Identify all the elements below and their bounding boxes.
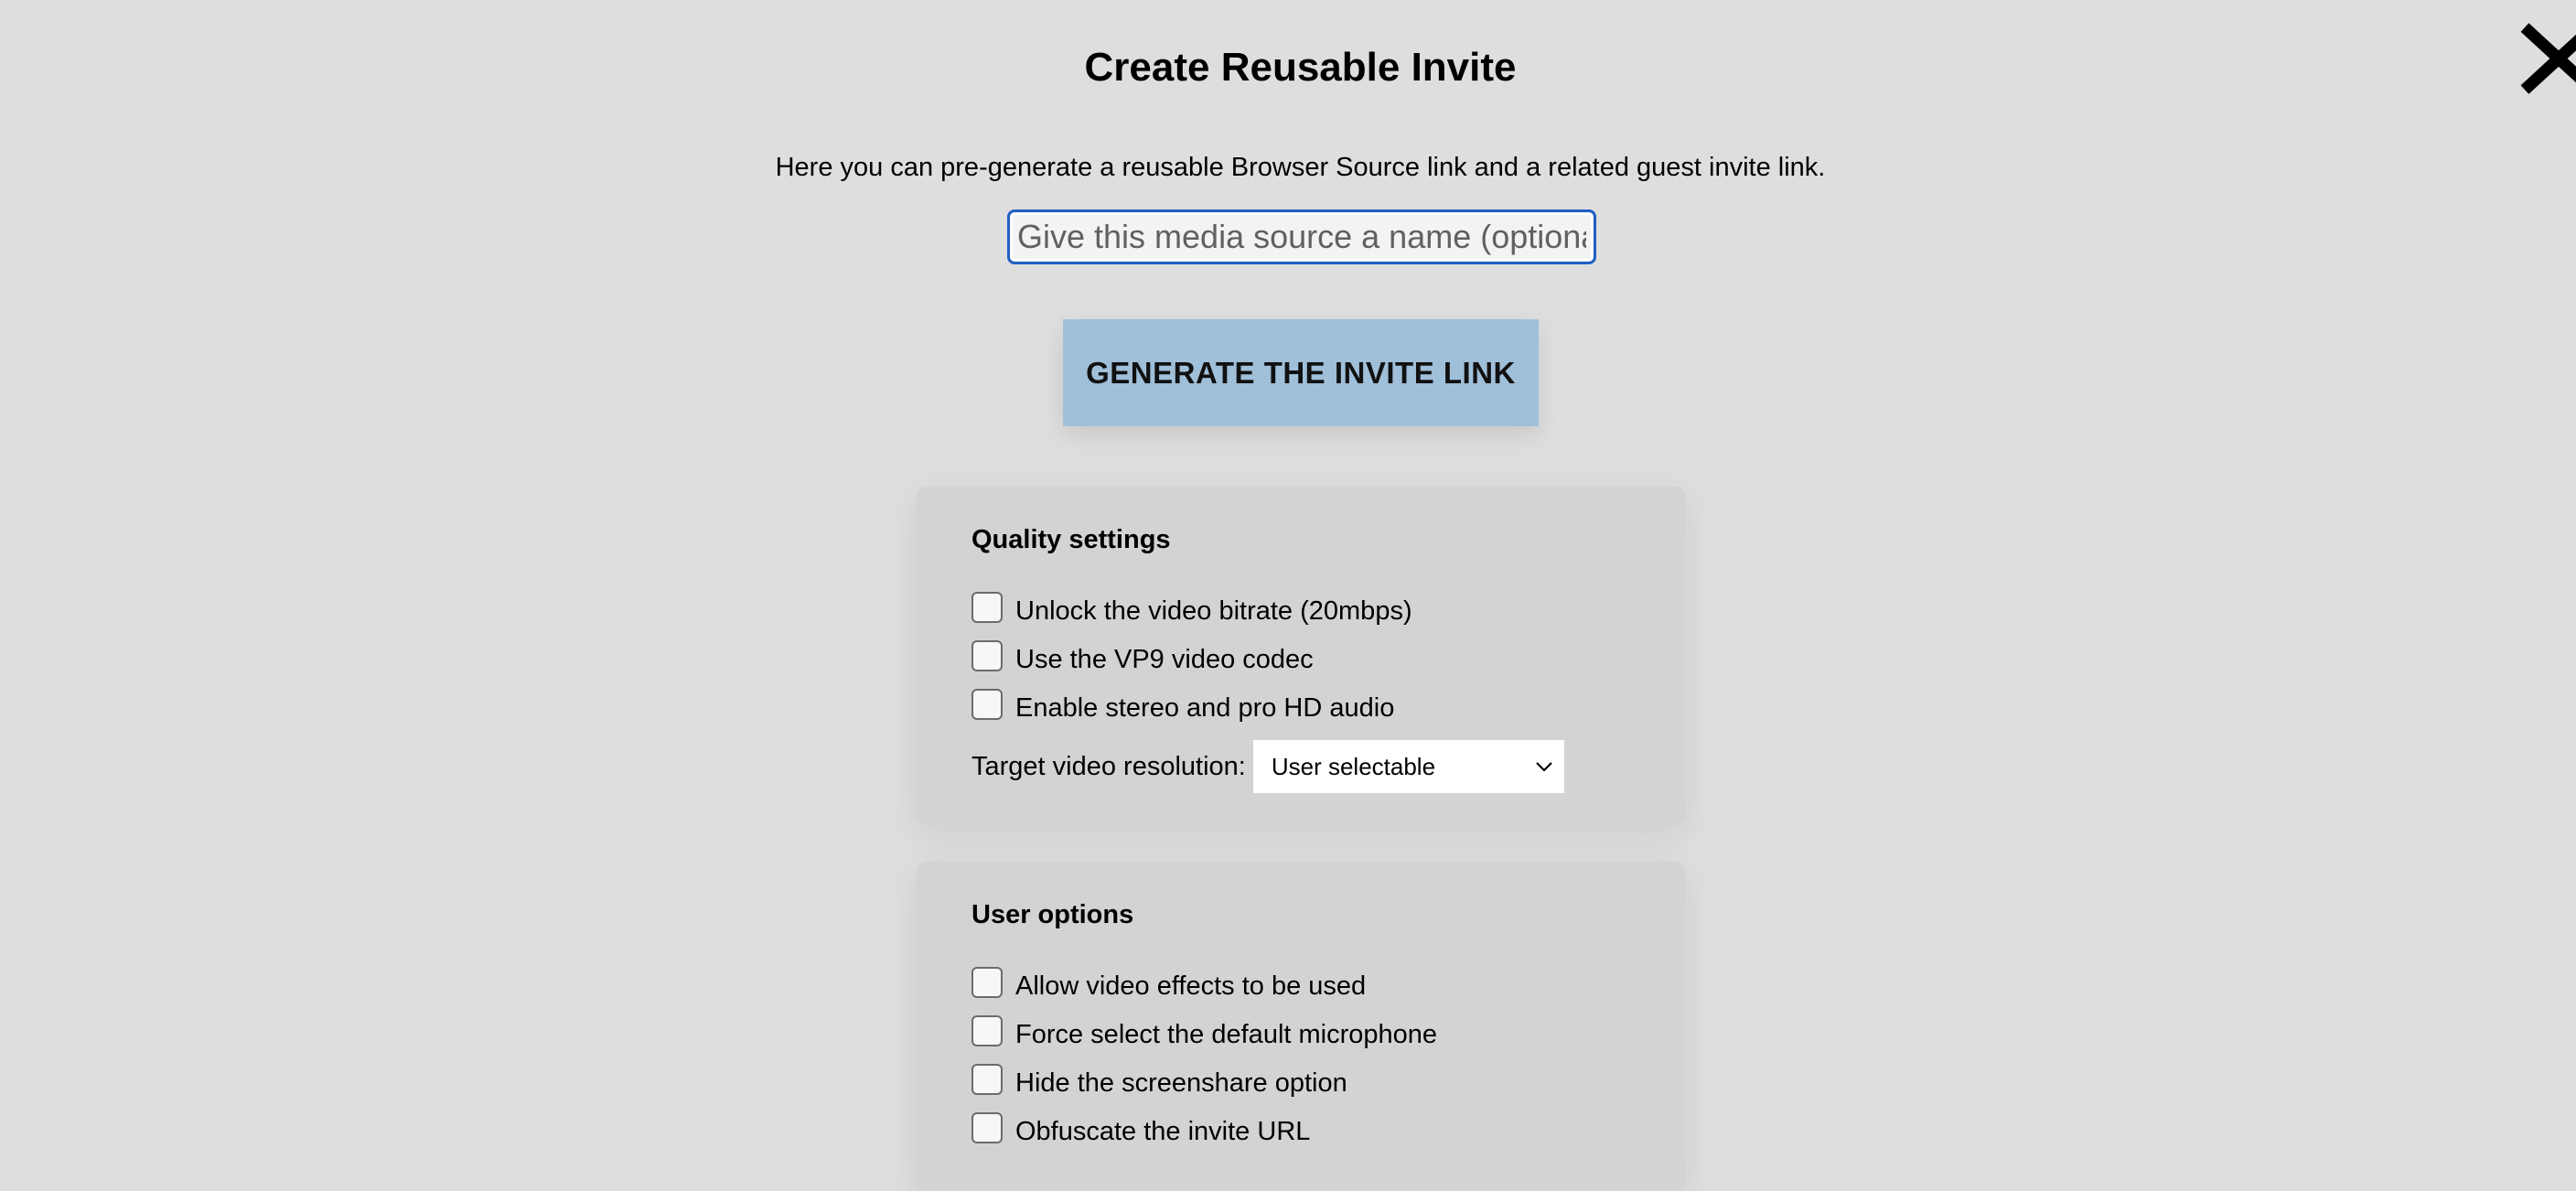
- generate-invite-link-button[interactable]: GENERATE THE INVITE LINK: [1063, 319, 1539, 426]
- quality-settings-heading: Quality settings: [971, 525, 1171, 554]
- vp9-codec-checkbox[interactable]: [971, 639, 1003, 671]
- video-effects-checkbox[interactable]: [971, 966, 1003, 998]
- option-unlock-bitrate[interactable]: Unlock the video bitrate (20mbps): [971, 587, 1630, 636]
- option-video-effects[interactable]: Allow video effects to be used: [971, 962, 1630, 1011]
- option-label: Allow video effects to be used: [1015, 971, 1367, 1001]
- resolution-label: Target video resolution:: [971, 751, 1246, 781]
- option-label: Force select the default microphone: [1015, 1020, 1438, 1049]
- option-label: Hide the screenshare option: [1015, 1068, 1347, 1098]
- option-stereo-audio[interactable]: Enable stereo and pro HD audio: [971, 684, 1630, 733]
- dialog-title: Create Reusable Invite: [1084, 45, 1517, 90]
- unlock-bitrate-checkbox[interactable]: [971, 591, 1003, 623]
- user-options-panel: User options Allow video effects to be u…: [917, 862, 1685, 1191]
- intro-text: Here you can pre-generate a reusable Bro…: [775, 153, 1826, 182]
- resolution-selected-value: User selectable: [1271, 752, 1436, 780]
- quality-settings-panel: Quality settings Unlock the video bitrat…: [917, 487, 1685, 825]
- obfuscate-url-checkbox[interactable]: [971, 1111, 1003, 1143]
- option-label: Unlock the video bitrate (20mbps): [1015, 596, 1412, 626]
- default-microphone-checkbox[interactable]: [971, 1014, 1003, 1046]
- option-label: Obfuscate the invite URL: [1015, 1117, 1311, 1146]
- option-default-microphone[interactable]: Force select the default microphone: [971, 1011, 1630, 1059]
- resolution-select[interactable]: User selectable: [1252, 740, 1564, 793]
- option-obfuscate-url[interactable]: Obfuscate the invite URL: [971, 1108, 1630, 1156]
- option-hide-screenshare[interactable]: Hide the screenshare option: [971, 1059, 1630, 1108]
- hide-screenshare-checkbox[interactable]: [971, 1063, 1003, 1095]
- resolution-row: Target video resolution: User selectable: [971, 740, 1630, 793]
- chevron-down-icon: [1535, 760, 1553, 773]
- option-label: Enable stereo and pro HD audio: [1015, 693, 1395, 723]
- option-label: Use the VP9 video codec: [1015, 645, 1314, 674]
- stereo-audio-checkbox[interactable]: [971, 688, 1003, 720]
- option-vp9-codec[interactable]: Use the VP9 video codec: [971, 636, 1630, 684]
- media-source-name-input[interactable]: [1007, 209, 1596, 264]
- user-options-heading: User options: [971, 900, 1134, 929]
